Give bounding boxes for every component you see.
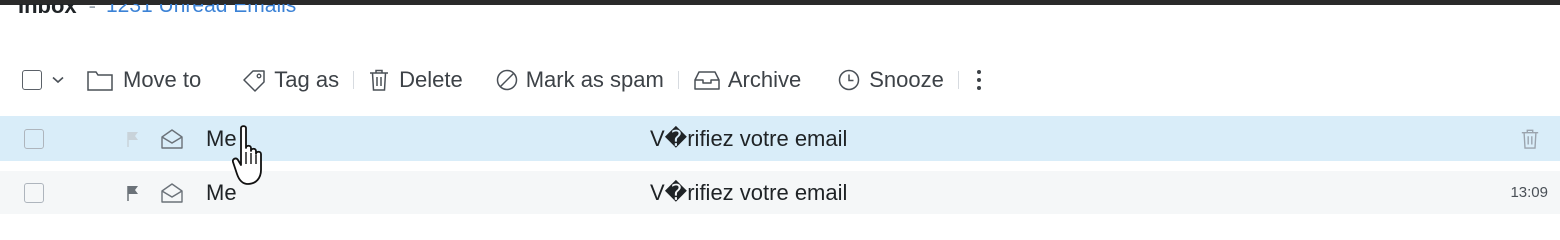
move-to-button[interactable]: Move to [86, 62, 201, 98]
chevron-down-icon [52, 76, 64, 84]
archive-button[interactable]: Archive [693, 62, 801, 98]
tag-as-button[interactable]: Tag as [241, 62, 339, 98]
toolbar-divider [957, 71, 959, 89]
select-dropdown-button[interactable] [52, 62, 64, 98]
row-checkbox[interactable] [24, 128, 44, 149]
trash-icon [370, 69, 389, 91]
snooze-label: Snooze [869, 67, 944, 92]
delete-button[interactable]: Delete [368, 62, 463, 98]
row-delete-icon[interactable] [1520, 127, 1540, 151]
archive-label: Archive [727, 67, 802, 92]
email-subject: V�rifiez votre email [650, 125, 848, 151]
move-to-label: Move to [123, 67, 202, 92]
toolbar-divider [353, 71, 355, 89]
envelope-open-icon[interactable] [160, 128, 184, 150]
envelope-open-icon[interactable] [160, 182, 184, 204]
tag-as-label: Tag as [274, 67, 340, 92]
email-time: 13:09 [1510, 184, 1548, 201]
tag-icon [243, 70, 266, 92]
unread-count-link[interactable]: 1231 Unread Emails [106, 4, 296, 17]
clock-icon [838, 69, 860, 91]
email-subject: V�rifiez votre email [650, 179, 848, 205]
page-title: Inbox [18, 4, 77, 18]
mark-as-spam-label: Mark as spam [525, 67, 664, 92]
inbox-header: Inbox - 1231 Unread Emails [18, 4, 296, 32]
flag-icon[interactable] [126, 130, 140, 148]
toolbar-divider [677, 71, 679, 89]
more-options-button[interactable] [975, 62, 983, 98]
mark-as-spam-button[interactable]: Mark as spam [495, 62, 664, 98]
more-vertical-icon [976, 70, 981, 90]
flag-icon[interactable] [126, 184, 140, 202]
hand-cursor-icon [232, 125, 262, 185]
delete-label: Delete [399, 67, 463, 92]
mail-toolbar: Move to Tag as Delete Mark as spam Archi… [0, 62, 1560, 98]
archive-icon [694, 71, 720, 90]
snooze-button[interactable]: Snooze [837, 62, 944, 98]
header-separator: - [88, 4, 96, 18]
row-checkbox[interactable] [24, 182, 44, 203]
block-icon [496, 69, 517, 91]
checkbox-icon[interactable] [22, 70, 42, 90]
folder-icon [87, 71, 113, 91]
select-all-checkbox[interactable] [22, 62, 42, 98]
